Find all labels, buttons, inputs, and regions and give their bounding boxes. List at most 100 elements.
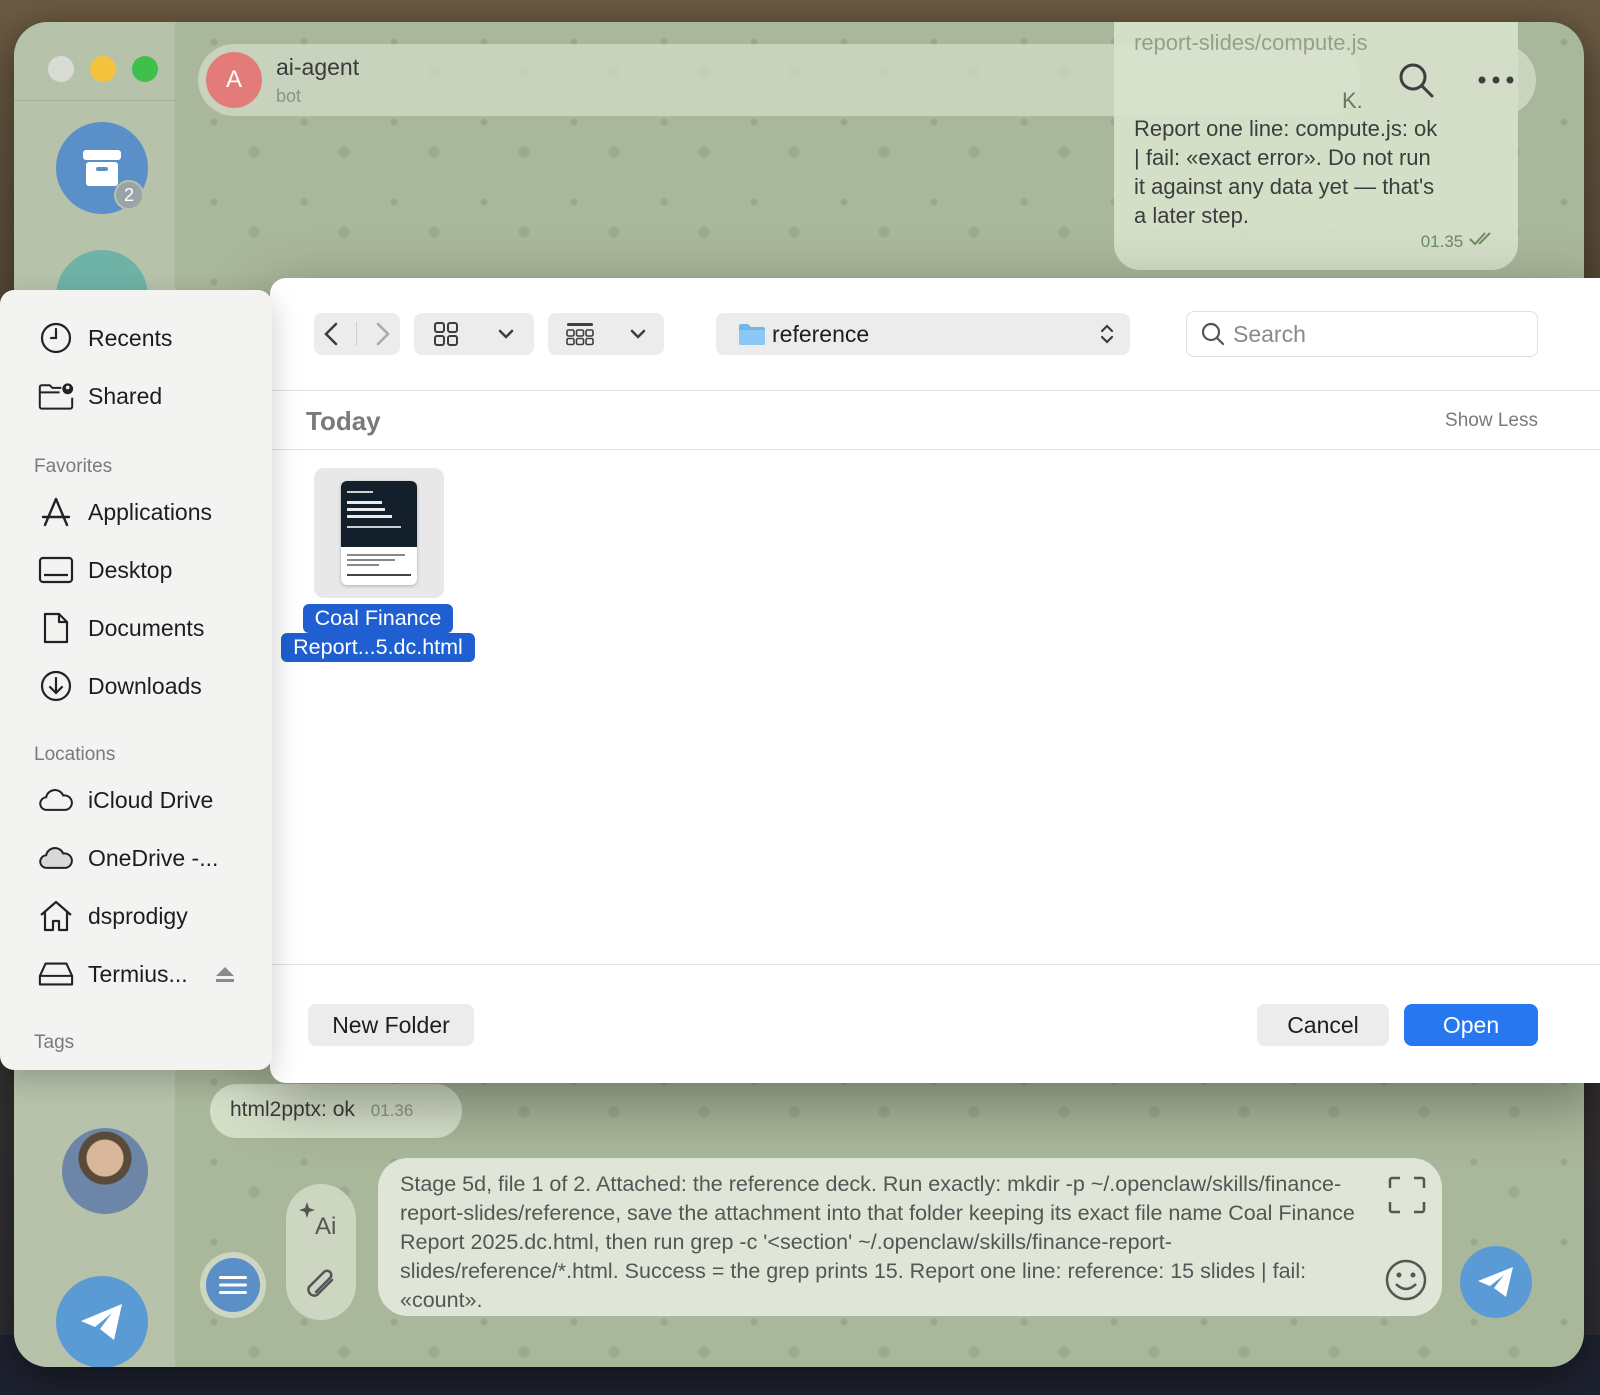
dialog-footer-divider bbox=[270, 964, 1600, 965]
file-thumbnail bbox=[314, 468, 444, 598]
send-button[interactable] bbox=[1460, 1246, 1532, 1318]
archive-unread-badge: 2 bbox=[114, 180, 144, 210]
sidebar-item-onedrive[interactable]: OneDrive -... bbox=[38, 838, 218, 878]
favorites-heading: Favorites bbox=[34, 456, 113, 477]
group-grid-icon bbox=[566, 323, 594, 346]
open-file-dialog: reference Today Show Less bbox=[270, 278, 1600, 1083]
sidebar-item-label: dsprodigy bbox=[88, 902, 188, 929]
open-button[interactable]: Open bbox=[1404, 1004, 1538, 1046]
applications-icon bbox=[38, 494, 74, 530]
message-input[interactable]: Stage 5d, file 1 of 2. Attached: the ref… bbox=[378, 1158, 1442, 1316]
header-actions bbox=[1376, 44, 1536, 116]
window-zoom-button[interactable] bbox=[132, 56, 158, 82]
message-input-text: Stage 5d, file 1 of 2. Attached: the ref… bbox=[400, 1172, 1355, 1312]
file-name-label: Coal Finance Report...5.dc.html bbox=[278, 604, 478, 662]
search-field bbox=[1186, 311, 1538, 357]
message-bubble-incoming: html2pptx: ok 01.36 bbox=[210, 1084, 462, 1138]
shared-folder-icon bbox=[38, 378, 74, 414]
back-icon[interactable] bbox=[323, 322, 339, 346]
sidebar-item-recents[interactable]: Recents bbox=[38, 318, 172, 358]
window-close-button[interactable] bbox=[48, 56, 74, 82]
dialog-sidebar: Recents Shared Favorites Applications De… bbox=[0, 290, 272, 1070]
more-icon[interactable] bbox=[1476, 74, 1516, 86]
message-time: 01.36 bbox=[370, 1101, 414, 1120]
back-forward-group bbox=[314, 313, 400, 355]
sidebar-item-shared[interactable]: Shared bbox=[38, 376, 162, 416]
sidebar-item-icloud[interactable]: iCloud Drive bbox=[38, 780, 213, 820]
emoji-icon[interactable] bbox=[1384, 1258, 1428, 1302]
chat-avatar-letter: A bbox=[206, 52, 262, 108]
sidebar-item-home[interactable]: dsprodigy bbox=[38, 896, 188, 936]
cancel-button[interactable]: Cancel bbox=[1257, 1004, 1389, 1046]
sidebar-item-label: Documents bbox=[88, 614, 205, 641]
window-minimize-button[interactable] bbox=[90, 56, 116, 82]
sidebar-item-desktop[interactable]: Desktop bbox=[38, 550, 172, 590]
compose-tools: Ai bbox=[286, 1184, 356, 1320]
expand-icon[interactable] bbox=[1388, 1176, 1426, 1214]
dialog-toolbar: reference bbox=[270, 278, 1600, 391]
location-label: reference bbox=[772, 320, 870, 347]
desktop-icon bbox=[38, 552, 74, 588]
cloud-icon bbox=[38, 782, 74, 818]
attachment-icon[interactable] bbox=[302, 1266, 340, 1306]
sidebar-item-label: Shared bbox=[88, 382, 163, 409]
message-overflow-text: report-slides/compute.js bbox=[1134, 30, 1368, 55]
icon-view-icon bbox=[434, 322, 458, 346]
sidebar-item-documents[interactable]: Documents bbox=[38, 608, 204, 648]
updown-chevron-icon bbox=[1100, 324, 1114, 344]
sidebar-item-label: Desktop bbox=[88, 556, 173, 583]
message-overflow-text-2: K. bbox=[1342, 88, 1363, 113]
paper-plane-icon bbox=[81, 1304, 122, 1340]
sidebar-item-label: Termius... bbox=[88, 960, 188, 987]
forward-icon[interactable] bbox=[375, 322, 391, 346]
file-name-line-2: Report...5.dc.html bbox=[281, 633, 475, 662]
sidebar-item-label: Recents bbox=[88, 324, 173, 351]
cloud-filled-icon bbox=[38, 840, 74, 876]
document-icon bbox=[38, 610, 74, 646]
section-title: Today bbox=[306, 406, 381, 436]
message-text: html2pptx: ok bbox=[230, 1098, 355, 1121]
new-folder-button[interactable]: New Folder bbox=[308, 1004, 474, 1046]
sidebar-item-label: OneDrive -... bbox=[88, 844, 219, 871]
chevron-down-icon bbox=[498, 329, 514, 339]
chat-subtitle: bot bbox=[276, 86, 302, 106]
sidebar-item-label: iCloud Drive bbox=[88, 786, 214, 813]
view-mode-button[interactable] bbox=[414, 313, 534, 355]
folder-icon bbox=[739, 324, 765, 345]
sidebar-item-downloads[interactable]: Downloads bbox=[38, 666, 202, 706]
chevron-down-icon bbox=[630, 329, 646, 339]
show-less-button[interactable]: Show Less bbox=[1445, 410, 1538, 432]
search-icon bbox=[1201, 322, 1225, 346]
sidebar-item-label: Applications bbox=[88, 498, 213, 525]
menu-button[interactable] bbox=[200, 1252, 266, 1318]
hamburger-icon bbox=[219, 1276, 247, 1294]
search-input[interactable] bbox=[1233, 320, 1523, 348]
chat-title: ai-agent bbox=[276, 54, 360, 80]
sidebar-item-termius[interactable]: Termius... bbox=[38, 954, 238, 994]
locations-heading: Locations bbox=[34, 744, 116, 765]
home-icon bbox=[38, 898, 74, 934]
drive-icon bbox=[38, 956, 74, 992]
sidebar-item-applications[interactable]: Applications bbox=[38, 492, 212, 532]
group-by-button[interactable] bbox=[548, 313, 664, 355]
section-header: Today Show Less bbox=[270, 392, 1600, 450]
tags-heading: Tags bbox=[34, 1032, 75, 1053]
message-text: Report one line: compute.js: ok | fail: … bbox=[1134, 116, 1438, 228]
clock-icon bbox=[38, 320, 74, 356]
sidebar-item-label: Downloads bbox=[88, 672, 202, 699]
read-check-icon bbox=[1469, 232, 1491, 246]
toolbar-divider bbox=[356, 322, 358, 346]
sidebar-divider bbox=[14, 100, 176, 101]
search-icon[interactable] bbox=[1396, 60, 1436, 100]
document-preview-icon bbox=[341, 481, 417, 585]
message-time: 01.35 bbox=[1421, 227, 1496, 256]
file-name-line-1: Coal Finance bbox=[302, 604, 454, 633]
svg-text:Ai: Ai bbox=[315, 1213, 336, 1238]
download-icon bbox=[38, 668, 74, 704]
user-avatar[interactable] bbox=[62, 1128, 148, 1214]
send-icon bbox=[1478, 1267, 1513, 1297]
eject-icon[interactable] bbox=[214, 966, 236, 984]
ai-sparkle-icon[interactable]: Ai bbox=[299, 1198, 343, 1238]
telegram-logo-button[interactable] bbox=[56, 1276, 148, 1367]
location-popup[interactable]: reference bbox=[716, 313, 1130, 355]
